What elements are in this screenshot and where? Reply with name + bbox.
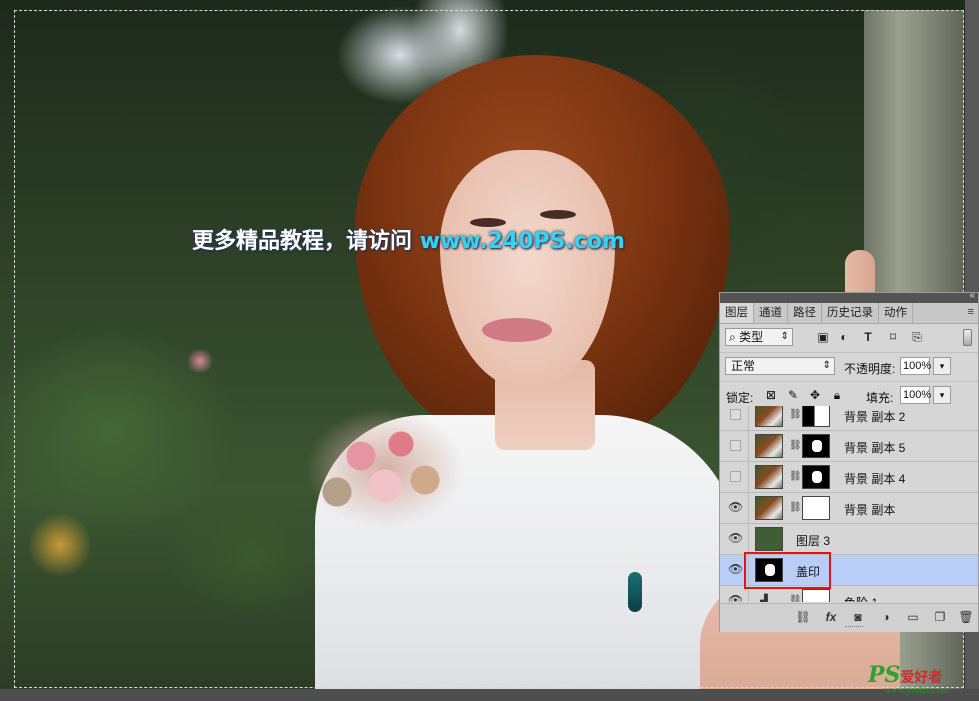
layer-row[interactable]: ⛓ 背景 副本 4 xyxy=(720,462,978,493)
filter-toggle[interactable] xyxy=(963,329,972,346)
filter-row: ⌕ 类型 ⇕ ▣ ◐ T ⌑ ⎘ xyxy=(720,324,978,353)
tab-history[interactable]: 历史记录 xyxy=(822,303,879,323)
layer-row[interactable]: ⛓ 背景 副本 5 xyxy=(720,431,978,462)
visibility-toggle[interactable] xyxy=(730,471,741,482)
panel-tabs: 图层 通道 路径 历史记录 动作 ≡ xyxy=(720,303,978,324)
shape-filter-icon[interactable]: ⌑ xyxy=(886,330,900,344)
tab-paths[interactable]: 路径 xyxy=(788,303,822,323)
fill-input[interactable]: 100% xyxy=(900,386,931,404)
blend-mode-select[interactable]: 正常 ⇕ xyxy=(725,357,835,375)
eye-icon[interactable]: 👁︎ xyxy=(728,531,743,545)
logo-ps: PS xyxy=(868,662,901,688)
layer-row[interactable]: 👁︎ 图层 3 xyxy=(720,524,978,555)
row-separator xyxy=(748,406,749,431)
adjustment-filter-icon[interactable]: ◐ xyxy=(837,330,851,344)
fill-dropdown-icon[interactable]: ▾ xyxy=(933,386,951,404)
resize-grip[interactable] xyxy=(845,626,863,630)
opacity-label: 不透明度: xyxy=(844,362,896,376)
row-separator xyxy=(748,524,749,555)
chain-link-icon[interactable]: ⛓ xyxy=(789,595,802,602)
new-group-icon[interactable]: ▭ xyxy=(905,610,921,624)
panel-title-bar[interactable]: « xyxy=(720,290,978,303)
visibility-toggle[interactable] xyxy=(730,409,741,420)
chain-link-icon[interactable]: ⛓ xyxy=(789,502,802,513)
tab-actions[interactable]: 动作 xyxy=(879,303,913,323)
layer-name: 背景 副本 4 xyxy=(844,472,906,486)
smart-object-filter-icon[interactable]: ⎘ xyxy=(910,330,924,344)
panel-menu-icon[interactable]: ≡ xyxy=(968,306,974,318)
layer-name: 背景 副本 2 xyxy=(844,410,906,424)
eye-icon[interactable]: 👁︎ xyxy=(728,500,743,514)
layer-name: 背景 副本 5 xyxy=(844,441,906,455)
canvas-edge-bottom xyxy=(0,689,979,701)
link-layers-icon[interactable]: ⛓ xyxy=(795,610,811,624)
lock-position-icon[interactable]: ✥ xyxy=(808,388,822,402)
layer-thumbnail xyxy=(755,406,783,427)
fill-label: 填充: xyxy=(866,391,894,405)
chain-link-icon[interactable]: ⛓ xyxy=(789,471,802,482)
logo-cn: 爱好者 xyxy=(900,670,943,686)
blend-mode-value: 正常 xyxy=(731,359,756,373)
fx-icon[interactable]: fx xyxy=(823,610,839,624)
row-separator xyxy=(748,493,749,524)
search-icon: ⌕ xyxy=(729,330,736,344)
eye-icon[interactable]: 👁︎ xyxy=(728,562,743,576)
new-layer-icon[interactable]: ❐ xyxy=(932,610,948,624)
type-filter-icon[interactable]: T xyxy=(861,330,875,344)
layer-row[interactable]: 👁︎ ⛓ 背景 副本 xyxy=(720,493,978,524)
tab-layers[interactable]: 图层 xyxy=(720,303,754,323)
lock-transparent-icon[interactable]: ⊠ xyxy=(764,388,778,402)
lock-all-icon[interactable]: 🔒︎ xyxy=(830,388,844,402)
chain-link-icon[interactable]: ⛓ xyxy=(789,409,802,420)
layer-thumbnail xyxy=(755,527,783,551)
collapse-icon[interactable]: « xyxy=(969,290,975,301)
eye-icon[interactable]: 👁︎ xyxy=(728,593,743,602)
image-filter-icon[interactable]: ▣ xyxy=(816,330,830,344)
layer-mask-thumbnail[interactable] xyxy=(802,434,830,458)
row-separator xyxy=(748,431,749,462)
layer-mask-thumbnail[interactable] xyxy=(802,496,830,520)
add-mask-icon[interactable]: ◙ xyxy=(850,610,866,624)
opacity-input[interactable]: 100% xyxy=(900,357,931,375)
lock-pixels-icon[interactable]: ✎ xyxy=(786,388,800,402)
delete-icon[interactable]: 🗑︎ xyxy=(958,610,974,624)
layer-mask-thumbnail[interactable] xyxy=(802,465,830,489)
blend-row: 正常 ⇕ 不透明度: 100% ▾ xyxy=(720,353,978,382)
site-logo: PS爱好者 www.psahz.com xyxy=(868,662,949,695)
layer-thumbnail xyxy=(755,465,783,489)
tab-channels[interactable]: 通道 xyxy=(754,303,788,323)
levels-adjustment-icon: ▟ xyxy=(760,595,768,602)
new-adjustment-icon[interactable]: ◑ xyxy=(878,610,894,624)
layer-mask-thumbnail[interactable] xyxy=(802,589,830,602)
layer-name: 图层 3 xyxy=(796,534,831,548)
select-arrows-icon: ⇕ xyxy=(780,331,789,342)
filter-kind-label: 类型 xyxy=(739,330,764,344)
lock-label: 锁定: xyxy=(726,391,754,405)
opacity-dropdown-icon[interactable]: ▾ xyxy=(933,357,951,375)
layer-row[interactable]: ⛓ 背景 副本 2 xyxy=(720,406,978,431)
chain-link-icon[interactable]: ⛓ xyxy=(789,440,802,451)
row-separator xyxy=(748,462,749,493)
select-arrows-icon: ⇕ xyxy=(822,360,831,371)
layers-toolbar: ⛓ fx ◙ ◑ ▭ ❐ 🗑︎ xyxy=(720,603,978,632)
layer-name: 色阶 1 xyxy=(844,594,878,602)
logo-site: www.psahz.com xyxy=(884,686,949,695)
layer-name: 背景 副本 xyxy=(844,503,896,517)
layer-thumbnail xyxy=(755,496,783,520)
selected-layer-highlight xyxy=(744,552,831,589)
layer-thumbnail xyxy=(755,434,783,458)
filter-kind-select[interactable]: ⌕ 类型 ⇕ xyxy=(725,328,793,346)
layer-mask-thumbnail[interactable] xyxy=(802,406,830,427)
visibility-toggle[interactable] xyxy=(730,440,741,451)
